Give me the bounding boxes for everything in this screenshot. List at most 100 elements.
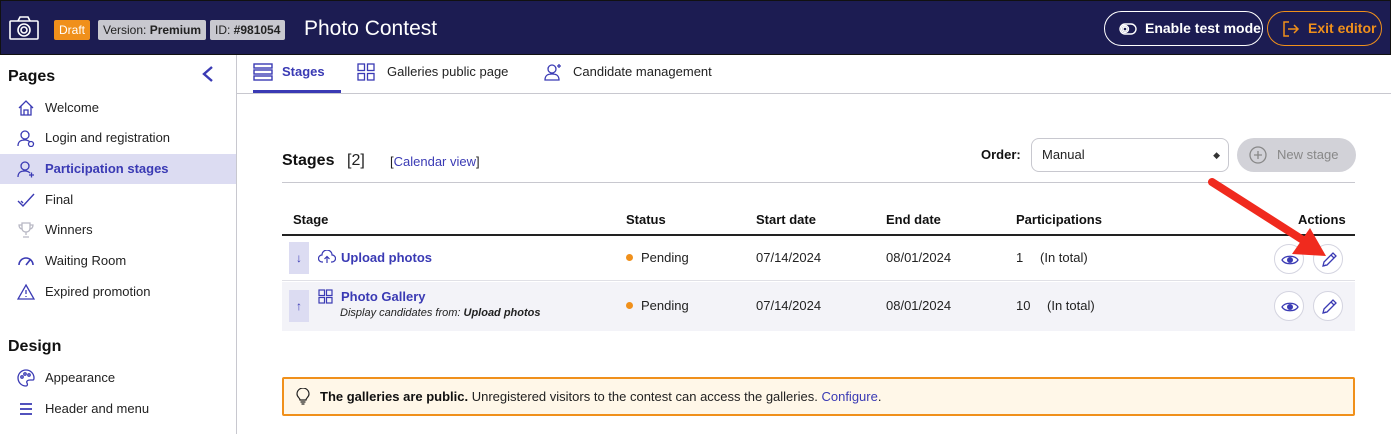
tab-label: Galleries public page (387, 64, 509, 79)
table-row: ↓ Upload photos Pending 07/14/2024 08/01… (282, 236, 1355, 281)
column-header-status: Status (626, 212, 666, 227)
enable-test-mode-button[interactable]: Enable test mode (1104, 11, 1263, 46)
new-stage-button[interactable]: New stage (1237, 138, 1356, 172)
contest-title: Photo Contest (304, 17, 438, 40)
order-value: Manual (1042, 147, 1085, 162)
column-header-start-date: Start date (756, 212, 816, 227)
stage-source-prefix: Display candidates from: (340, 307, 464, 319)
sidebar-item-label: Login and registration (45, 130, 171, 145)
plus-circle-icon (1249, 146, 1267, 164)
cloud-upload-icon (318, 250, 336, 263)
participations-note: (In total) (1047, 298, 1095, 313)
participations-count: 10 (1016, 298, 1031, 313)
exit-label: Exit editor (1308, 20, 1377, 36)
tab-galleries-public-page[interactable]: Galleries public page (357, 55, 508, 93)
tab-label: Candidate management (573, 64, 712, 79)
order-label: Order: (981, 147, 1021, 162)
pencil-icon (1322, 299, 1337, 314)
sidebar-item-header-menu[interactable]: Header and menu (0, 394, 236, 424)
sidebar-item-label: Participation stages (45, 161, 169, 176)
lightbulb-icon (296, 388, 310, 405)
sidebar-item-label: Final (45, 192, 74, 207)
pages-heading: Pages (8, 68, 56, 85)
status-text: Pending (641, 298, 689, 313)
id-label: ID: (215, 23, 234, 37)
version-label: Version: (103, 23, 150, 37)
version-badge: Version: Premium (98, 20, 207, 40)
order-select[interactable]: Manual ◆ (1031, 138, 1229, 172)
exit-icon (1283, 21, 1300, 37)
candidates-icon (544, 64, 561, 81)
test-mode-label: Enable test mode (1145, 20, 1261, 36)
grid-icon (318, 289, 333, 304)
id-value: #981054 (233, 23, 281, 37)
sidebar-item-participation-stages[interactable]: Participation stages (0, 154, 236, 184)
banner-end: . (877, 389, 882, 404)
annotation-arrow (1208, 178, 1326, 256)
toggle-icon (1119, 23, 1137, 35)
edit-button[interactable] (1313, 291, 1343, 321)
sidebar-item-label: Expired promotion (45, 284, 151, 299)
tab-candidate-management[interactable]: Candidate management (543, 55, 712, 93)
bracket-close: ] (476, 154, 480, 169)
view-button[interactable] (1274, 291, 1304, 321)
banner-bold: The galleries are public. (320, 389, 469, 404)
sidebar-item-login[interactable]: Login and registration (0, 123, 236, 153)
sidebar-item-welcome[interactable]: Welcome (0, 93, 236, 123)
calendar-view-link[interactable]: [Calendar view] (390, 154, 480, 169)
home-icon (18, 100, 34, 116)
design-heading: Design (8, 338, 62, 355)
move-up-button[interactable]: ↑ (289, 290, 309, 322)
sidebar-item-label: Appearance (45, 370, 116, 385)
check-icon (17, 193, 35, 208)
status-text: Pending (641, 250, 689, 265)
sidebar-item-label: Winners (45, 222, 93, 237)
table-row: ↑ Photo Gallery Display candidates from:… (282, 282, 1355, 331)
stage-source-value: Upload photos (463, 307, 541, 319)
eye-icon (1281, 302, 1299, 312)
gauge-icon (18, 257, 34, 266)
status-cell: Pending (626, 250, 689, 265)
select-caret-icon: ◆ (1213, 150, 1220, 160)
menu-icon (20, 403, 32, 415)
stage-name-link[interactable]: Upload photos (341, 250, 432, 265)
grid-icon (357, 63, 375, 81)
stage-source-note: Display candidates from: Upload photos (340, 307, 541, 319)
warning-icon (17, 283, 35, 300)
id-badge: ID: #981054 (210, 20, 286, 40)
move-down-button[interactable]: ↓ (289, 242, 309, 274)
user-stages-icon (17, 161, 34, 178)
stages-heading: Stages (282, 152, 335, 169)
end-date-cell: 08/01/2024 (886, 298, 952, 313)
tab-bar: Stages Galleries public page Candidate m… (237, 55, 1391, 94)
tab-stages[interactable]: Stages (253, 55, 341, 93)
sidebar-item-final[interactable]: Final (0, 185, 236, 215)
draft-badge: Draft (54, 20, 91, 40)
chevron-left-icon[interactable] (200, 65, 216, 83)
user-login-icon (17, 130, 35, 147)
status-cell: Pending (626, 298, 689, 313)
list-icon (253, 63, 273, 81)
sidebar-item-label: Welcome (45, 100, 99, 115)
version-value: Premium (149, 23, 202, 37)
participations-note: (In total) (1040, 250, 1088, 265)
sidebar-item-waiting-room[interactable]: Waiting Room (0, 246, 236, 276)
sidebar-item-appearance[interactable]: Appearance (0, 363, 236, 393)
status-dot (626, 302, 633, 309)
participations-count: 1 (1016, 250, 1024, 265)
stage-name-link[interactable]: Photo Gallery (341, 289, 426, 304)
sidebar-item-label: Header and menu (45, 401, 150, 416)
column-header-stage: Stage (293, 212, 329, 227)
top-header: Draft Version: Premium ID: #981054 Photo… (0, 0, 1391, 55)
sidebar-item-winners[interactable]: Winners (0, 215, 236, 245)
sidebar-item-expired-promotion[interactable]: Expired promotion (0, 277, 236, 307)
start-date-cell: 07/14/2024 (756, 298, 822, 313)
palette-icon (17, 369, 35, 387)
end-date-cell: 08/01/2024 (886, 250, 952, 265)
exit-editor-button[interactable]: Exit editor (1267, 11, 1382, 46)
calendar-view-label: Calendar view (393, 154, 476, 169)
start-date-cell: 07/14/2024 (756, 250, 822, 265)
sidebar-item-label: Waiting Room (45, 253, 127, 268)
banner-text: Unregistered visitors to the contest can… (468, 389, 822, 404)
configure-link[interactable]: Configure (821, 389, 877, 404)
